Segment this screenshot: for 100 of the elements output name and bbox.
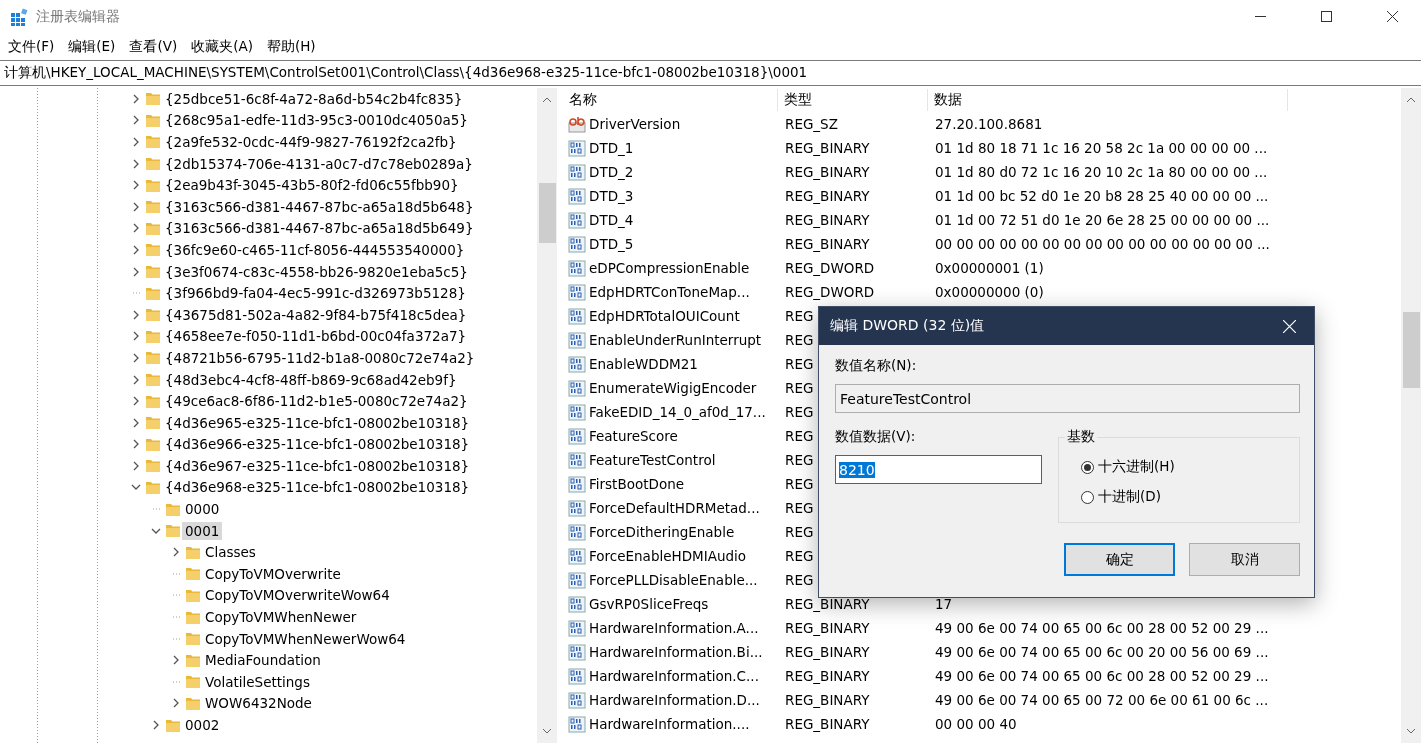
radio-option[interactable]: 十六进制(H) [1081, 458, 1299, 476]
tree-item[interactable]: {49ce6ac8-6f86-11d2-b1e5-0080c72e74a2} [162, 392, 471, 411]
value-name[interactable]: FirstBootDone [589, 476, 684, 492]
value-name[interactable]: GsvRP0SliceFreqs [589, 596, 709, 612]
radio-option[interactable]: 十进制(D) [1081, 488, 1299, 506]
scrollbar-thumb[interactable] [1403, 312, 1420, 388]
value-name[interactable]: EnumerateWigigEncoder [589, 380, 757, 396]
cancel-button[interactable]: 取消 [1189, 543, 1300, 576]
value-data: 01 1d 80 18 71 1c 16 20 58 2c 1a 00 00 00 00 ... [935, 140, 1268, 156]
tree-item[interactable]: {2ea9b43f-3045-43b5-80f2-fd06c55fbb90} [162, 176, 462, 195]
column-header[interactable]: 数据 [928, 89, 1288, 111]
value-name[interactable]: ForceEnableHDMIAudio [589, 548, 747, 564]
tree-item[interactable]: {4d36e965-e325-11ce-bfc1-08002be10318} [162, 413, 473, 432]
menu-item[interactable]: 编辑(E) [68, 37, 116, 56]
tree-item[interactable]: WOW6432Node [202, 694, 315, 713]
value-name[interactable]: ForceDefaultHDRMetad... [589, 500, 760, 516]
value-name[interactable]: HardwareInformation.... [589, 716, 750, 732]
value-type: REG [785, 428, 814, 444]
value-name[interactable]: DTD_4 [589, 212, 634, 228]
tree-item[interactable]: {3f966bd9-fa04-4ec5-991c-d326973b5128} [162, 284, 469, 303]
value-name[interactable]: EnableUnderRunInterrupt [589, 332, 762, 348]
value-name[interactable]: DTD_1 [589, 140, 634, 156]
value-data: 01 1d 00 bc 52 d0 1e 20 b8 28 25 40 00 00 00 ... [935, 188, 1269, 204]
value-name[interactable]: DTD_5 [589, 236, 634, 252]
binary-value-icon [568, 403, 586, 421]
value-name[interactable]: EdpHDRTotalOUICount [589, 308, 740, 324]
tree-item[interactable]: CopyToVMWhenNewer [202, 608, 360, 627]
value-data: 27.20.100.8681 [935, 116, 1043, 132]
tree-item[interactable]: {48d3ebc4-4cf8-48ff-b869-9c68ad42eb9f} [162, 370, 460, 389]
scrollbar-thumb[interactable] [539, 183, 556, 243]
value-name[interactable]: HardwareInformation.A... [589, 620, 759, 636]
value-name[interactable]: HardwareInformation.C... [589, 668, 759, 684]
tree-item[interactable]: {25dbce51-6c8f-4a72-8a6d-b54c2b4fc835} [162, 89, 466, 108]
value-name[interactable]: HardwareInformation.D... [589, 692, 760, 708]
window-title: 注册表编辑器 [36, 7, 121, 26]
column-header[interactable]: 名称 [563, 89, 778, 111]
scroll-up-icon [1406, 96, 1416, 104]
menu-item[interactable]: 文件(F) [8, 37, 55, 56]
radio-label[interactable]: 十进制(D) [1098, 488, 1161, 506]
folder-icon [165, 501, 181, 517]
value-name[interactable]: FeatureScore [589, 428, 678, 444]
value-name[interactable]: FakeEDID_14_0_af0d_17... [589, 404, 766, 420]
tree-item[interactable]: CopyToVMOverwrite [202, 564, 344, 583]
binary-value-icon [568, 715, 586, 733]
menu-item[interactable]: 帮助(H) [266, 37, 316, 56]
tree-item[interactable]: MediaFoundation [202, 651, 324, 670]
value-name[interactable]: DriverVersion [589, 116, 681, 132]
value-data-field[interactable]: 8210 [835, 455, 1042, 484]
value-name-field[interactable]: FeatureTestControl [835, 384, 1300, 413]
value-type: REG [785, 332, 814, 348]
tree-item[interactable]: {2db15374-706e-4131-a0c7-d7c78eb0289a} [162, 154, 476, 173]
scrollbar[interactable] [1401, 88, 1421, 743]
tree-item[interactable]: CopyToVMWhenNewerWow64 [202, 629, 409, 648]
value-name[interactable]: EdpHDRTConToneMap... [589, 284, 750, 300]
value-data: 00 00 00 00 00 00 00 00 00 00 00 00 00 00 00 ... [935, 236, 1270, 252]
value-name[interactable]: DTD_2 [589, 164, 634, 180]
tree-item[interactable]: 0000 [182, 500, 223, 519]
scrollbar[interactable] [537, 88, 557, 743]
binary-value-icon [568, 691, 586, 709]
tree-item[interactable]: {2a9fe532-0cdc-44f9-9827-76192f2ca2fb} [162, 133, 460, 151]
binary-value-icon [568, 283, 586, 301]
menu-item[interactable]: 收藏夹(A) [191, 37, 253, 56]
radio-button[interactable] [1081, 460, 1094, 474]
address-bar[interactable]: 计算机\HKEY_LOCAL_MACHINE\SYSTEM\ControlSet001\Control\Class\{4d36e968-e325-11ce-bfc1-08002be10318}\0001 [0, 60, 1421, 86]
value-data: 01 1d 00 72 51 d0 1e 20 6e 28 25 00 00 00 00 ... [935, 212, 1270, 228]
tree-item[interactable]: {36fc9e60-c465-11cf-8056-444553540000} [162, 240, 468, 259]
tree-item[interactable]: 0001 [182, 521, 223, 540]
tree-item[interactable]: 0002 [182, 716, 223, 734]
value-type: REG [785, 548, 814, 564]
radio-label[interactable]: 十六进制(H) [1098, 458, 1175, 476]
close-icon [1386, 11, 1398, 22]
tree-item[interactable]: {3163c566-d381-4467-87bc-a65a18d5b649} [162, 219, 477, 238]
tree-item[interactable]: CopyToVMOverwriteWow64 [202, 586, 393, 605]
column-header[interactable]: 类型 [778, 89, 928, 111]
tree-item[interactable]: {3163c566-d381-4467-87bc-a65a18d5b648} [162, 197, 477, 216]
ok-button[interactable]: 确定 [1064, 543, 1175, 576]
value-name[interactable]: eDPCompressionEnable [589, 260, 750, 276]
value-name[interactable]: ForceDitheringEnable [589, 524, 735, 540]
tree-item[interactable]: {3e3f0674-c83c-4558-bb26-9820e1eba5c5} [162, 262, 471, 281]
folder-icon [185, 566, 201, 582]
tree-item[interactable]: {268c95a1-edfe-11d3-95c3-0010dc4050a5} [162, 111, 471, 130]
value-name[interactable]: ForcePLLDisableEnable... [589, 572, 758, 588]
tree-item[interactable]: {48721b56-6795-11d2-b1a8-0080c72e74a2} [162, 348, 478, 367]
radio-button[interactable] [1081, 490, 1094, 504]
value-name[interactable]: FeatureTestControl [589, 452, 716, 468]
menu-item[interactable]: 查看(V) [129, 37, 178, 56]
tree-item[interactable]: {4d36e968-e325-11ce-bfc1-08002be10318} [162, 478, 473, 497]
value-type: REG_DWORD [785, 260, 875, 276]
tree-item[interactable]: VolatileSettings [202, 672, 313, 691]
tree-item[interactable]: {43675d81-502a-4a82-9f84-b75f418c5dea} [162, 305, 470, 324]
value-name[interactable]: DTD_3 [589, 188, 634, 204]
binary-value-icon [568, 187, 586, 205]
tree-item[interactable]: Classes [202, 543, 259, 562]
tree-item[interactable]: {4d36e966-e325-11ce-bfc1-08002be10318} [162, 435, 473, 454]
value-type: REG_BINARY [785, 188, 870, 204]
value-name[interactable]: EnableWDDM21 [589, 356, 698, 372]
tree-item[interactable]: {4d36e967-e325-11ce-bfc1-08002be10318} [162, 456, 473, 475]
binary-value-icon [568, 235, 586, 253]
tree-item[interactable]: {4658ee7e-f050-11d1-b6bd-00c04fa372a7} [162, 327, 470, 346]
value-name[interactable]: HardwareInformation.Bi... [589, 644, 763, 660]
